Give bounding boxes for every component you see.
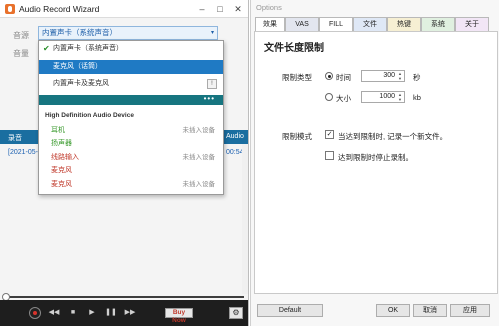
tab-system[interactable]: 系统 [421, 17, 455, 31]
recording-duration: 00:54 [226, 149, 244, 156]
buy-now-button[interactable]: Buy Now [165, 308, 193, 324]
size-option-label: 大小 [336, 94, 351, 103]
dropdown-item-system-sound[interactable]: ✔ 内置声卡（系统声音） [39, 42, 223, 56]
new-file-checkbox[interactable]: ✓ [325, 130, 334, 139]
source-label: 音源 [13, 31, 29, 40]
device-status: 未插入设备 [182, 181, 216, 188]
source-select-value: 内置声卡（系统声音） [42, 28, 117, 37]
tab-fill[interactable]: FILL [319, 17, 353, 32]
recording-date: [2021-05- [8, 149, 38, 156]
options-footer: Default OK 取消 应用 [251, 298, 499, 326]
apply-button[interactable]: 应用 [450, 304, 490, 317]
list-header-right: Audio [226, 133, 244, 140]
source-dropdown-menu: ✔ 内置声卡（系统声音） 麦克风（话筒） 内置声卡及麦克风 ! ••• High… [38, 40, 224, 195]
device-item-speaker[interactable]: 扬声器 [39, 138, 223, 149]
volume-label: 音量 [13, 49, 29, 58]
time-radio[interactable] [325, 72, 333, 80]
device-status: 未插入设备 [182, 154, 216, 161]
stop-recording-checkbox[interactable] [325, 151, 334, 160]
list-header-left: 录音 [8, 135, 22, 142]
time-value: 300 [383, 72, 395, 79]
cancel-button[interactable]: 取消 [413, 304, 447, 317]
tab-vas[interactable]: VAS [285, 17, 319, 31]
limit-type-label: 限制类型 [282, 73, 312, 82]
tab-effects[interactable]: 效果 [255, 17, 285, 31]
size-unit: kb [413, 93, 421, 102]
info-icon[interactable]: ! [207, 79, 217, 89]
close-button[interactable]: ✕ [231, 2, 245, 16]
audio-record-wizard-window: Audio Record Wizard – □ ✕ 音源 音量 内置声卡（系统声… [0, 0, 249, 326]
new-file-label: 当达到限制时, 记录一个新文件。 [338, 132, 448, 141]
maximize-button[interactable]: □ [213, 2, 227, 16]
tab-about[interactable]: 关于 [455, 17, 489, 31]
time-unit: 秒 [413, 73, 421, 82]
options-titlebar: Options [251, 0, 499, 14]
device-item-microphone-2[interactable]: 麦克风 未插入设备 [39, 179, 223, 190]
window-title: Audio Record Wizard [19, 4, 100, 14]
device-group-header: High Definition Audio Device [45, 112, 134, 119]
stop-icon[interactable]: ■ [66, 308, 80, 318]
play-icon[interactable]: ▶ [85, 308, 99, 318]
dropdown-item-label: 内置声卡及麦克风 [53, 80, 109, 87]
next-icon[interactable]: ▶▶ [123, 308, 137, 318]
options-window: Options 效果 VAS FILL 文件 热键 系统 关于 文件长度限制 限… [250, 0, 499, 326]
player-controls: ◀◀ ■ ▶ ❚❚ ▶▶ Buy Now ⚙ [0, 300, 248, 326]
titlebar: Audio Record Wizard – □ ✕ [0, 0, 248, 18]
options-title: Options [256, 3, 282, 12]
stop-recording-label: 达到限制时停止录制。 [338, 153, 413, 162]
time-value-stepper[interactable]: 300 ▲ ▼ [361, 70, 405, 82]
previous-icon[interactable]: ◀◀ [47, 308, 61, 318]
dropdown-item-microphone[interactable]: 麦克风（话筒） [39, 60, 223, 74]
default-button[interactable]: Default [257, 304, 323, 317]
source-select[interactable]: 内置声卡（系统声音） ▾ [38, 26, 218, 40]
panel-title: 文件长度限制 [264, 43, 324, 54]
tab-hotkeys[interactable]: 热键 [387, 17, 421, 31]
device-name: 扬声器 [51, 140, 72, 147]
stepper-arrows-icon[interactable]: ▲ ▼ [397, 71, 403, 81]
list-scrollbar[interactable] [242, 144, 248, 294]
device-name: 麦克风 [51, 167, 72, 174]
limit-mode-label: 限制模式 [282, 132, 312, 141]
device-item-line-in[interactable]: 线路输入 未插入设备 [39, 152, 223, 163]
minimize-button[interactable]: – [195, 2, 209, 16]
more-dots-icon[interactable]: ••• [204, 94, 215, 103]
chevron-down-icon: ▾ [210, 30, 214, 36]
size-radio[interactable] [325, 93, 333, 101]
size-value: 1000 [379, 93, 395, 100]
device-status: 未插入设备 [182, 127, 216, 134]
ok-button[interactable]: OK [376, 304, 410, 317]
dropdown-item-system-and-mic[interactable]: 内置声卡及麦克风 ! [39, 77, 223, 91]
check-icon: ✔ [43, 44, 50, 53]
dropdown-item-label: 内置声卡（系统声音） [53, 45, 123, 52]
app-icon [5, 4, 15, 14]
gear-icon[interactable]: ⚙ [229, 307, 243, 319]
time-option-label: 时间 [336, 73, 351, 82]
device-name: 线路输入 [51, 154, 79, 161]
device-name: 耳机 [51, 127, 65, 134]
record-button[interactable] [29, 307, 41, 319]
device-item-headphones[interactable]: 耳机 未插入设备 [39, 125, 223, 136]
dropdown-separator-bar: ••• [39, 94, 223, 105]
file-length-limit-panel: 文件长度限制 限制类型 时间 300 ▲ ▼ 秒 大小 1000 ▲ ▼ kb 限制… [254, 31, 498, 294]
seek-track[interactable] [6, 296, 244, 298]
device-name: 麦克风 [51, 181, 72, 188]
size-value-stepper[interactable]: 1000 ▲ ▼ [361, 91, 405, 103]
device-item-microphone[interactable]: 麦克风 [39, 165, 223, 176]
tab-file[interactable]: 文件 [353, 17, 387, 31]
dropdown-item-label: 麦克风（话筒） [53, 63, 102, 70]
pause-icon[interactable]: ❚❚ [104, 308, 118, 318]
stepper-arrows-icon[interactable]: ▲ ▼ [397, 92, 403, 102]
